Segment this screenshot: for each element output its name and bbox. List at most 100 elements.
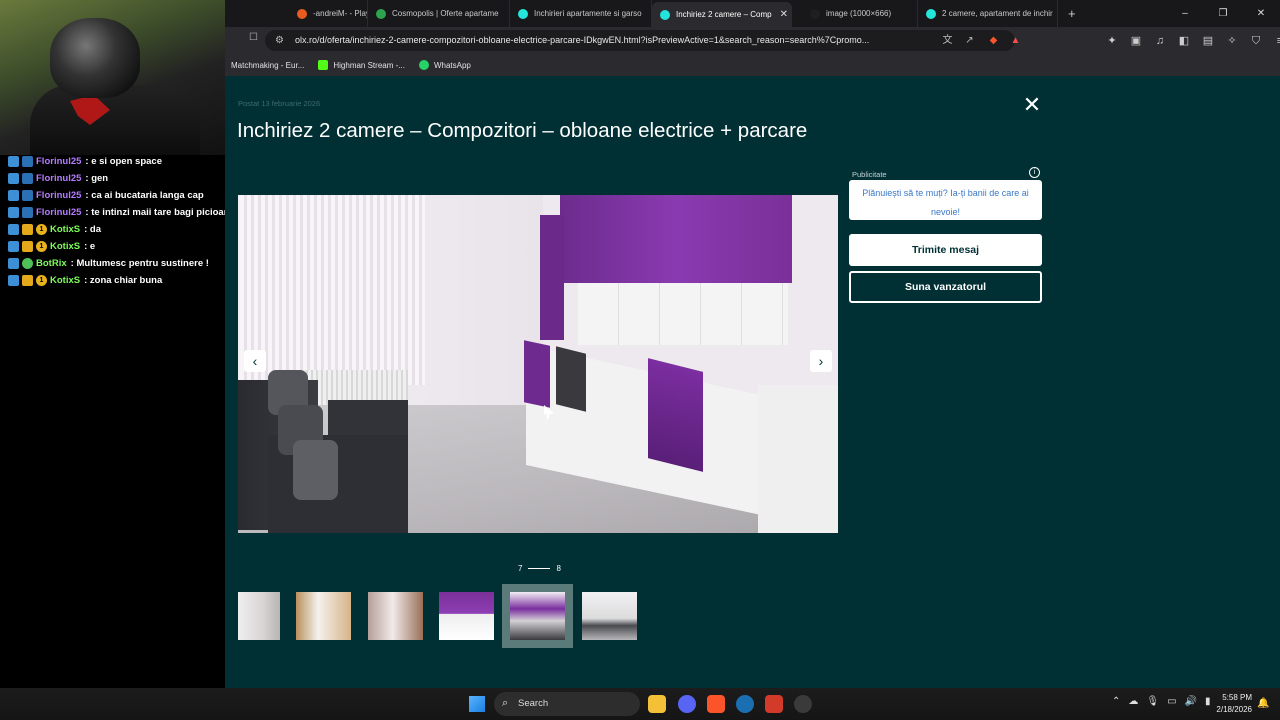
tab-title: Inchiriez 2 camere – Comp	[676, 10, 772, 19]
media-icon[interactable]: ♫	[1153, 34, 1167, 48]
chat-username: KotixS	[50, 274, 81, 286]
chat-message: Florinul25: gen	[8, 171, 108, 185]
volume-icon[interactable]: 🔊	[1185, 696, 1197, 707]
tray-chevron-icon[interactable]: ⌃	[1112, 696, 1120, 707]
address-row: ☐ ⚙ olx.ro/d/oferta/inchiriez-2-camere-c…	[225, 27, 1280, 54]
bot-badge-icon	[22, 257, 33, 269]
extensions-icon[interactable]: ✦	[1105, 34, 1119, 48]
photo-lower-cabinet-left	[524, 340, 550, 408]
bookmark-whatsapp[interactable]: WhatsApp	[418, 60, 471, 70]
level-badge-icon: 1	[36, 240, 47, 252]
chat-username: Florinul25	[36, 189, 82, 201]
tab-inchirieri[interactable]: Inchirieri apartamente si garso	[510, 0, 652, 27]
photo-pillow	[293, 440, 338, 500]
platform-badge-icon	[8, 257, 19, 269]
microphone-icon[interactable]: 🎙	[1146, 696, 1159, 707]
file-explorer-icon[interactable]	[648, 695, 666, 713]
colon: :	[85, 155, 89, 167]
brave-dev-icon[interactable]	[765, 695, 783, 713]
new-tab-button[interactable]: +	[1058, 0, 1086, 27]
notifications-icon[interactable]: 🔔	[1257, 698, 1269, 709]
thumbnail[interactable]	[439, 592, 494, 640]
leo-ai-icon[interactable]: ✧	[1225, 34, 1239, 48]
prev-photo-button[interactable]: ‹	[244, 350, 266, 372]
thumbnail[interactable]	[296, 592, 351, 640]
platform-badge-icon	[8, 155, 19, 167]
sidebar-icon[interactable]: ◧	[1177, 34, 1191, 48]
chat-text: ca ai bucataria langa cap	[91, 189, 204, 201]
stream-chat: Florinul25: e si open space Florinul25: …	[0, 154, 293, 690]
thumbnail[interactable]	[238, 592, 280, 640]
tab-image[interactable]: image (1000×666)	[792, 0, 918, 27]
gallery-modal: Postat 13 februarie 2026 Inchiriez 2 cam…	[225, 76, 1280, 688]
tab-cosmopolis[interactable]: Cosmopolis | Oferte apartame	[368, 0, 510, 27]
start-button-icon[interactable]	[469, 696, 485, 712]
search-placeholder: Search	[518, 698, 549, 709]
share-icon[interactable]: ↗	[963, 34, 976, 47]
steam-icon[interactable]	[736, 695, 754, 713]
tab-close-icon[interactable]: ✕	[780, 9, 788, 20]
menu-icon[interactable]: ≡	[1273, 34, 1280, 48]
brave-shields-icon[interactable]: ◆	[987, 34, 1000, 47]
tab-2-camere[interactable]: 2 camere, apartament de inchir	[918, 0, 1058, 27]
tab-player-profile[interactable]: -andreiM- - Player Profile - FAC	[225, 0, 368, 27]
obs-icon[interactable]	[794, 695, 812, 713]
wallet-card-icon[interactable]: ▤	[1201, 34, 1215, 48]
tab-strip: -andreiM- - Player Profile - FAC Cosmopo…	[225, 0, 1280, 27]
minimize-button[interactable]: –	[1166, 0, 1204, 27]
network-icon[interactable]: ▭	[1167, 696, 1176, 707]
main-photo[interactable]: ‹ ›	[238, 195, 838, 533]
brave-icon[interactable]	[707, 695, 725, 713]
chat-text: e	[89, 240, 96, 252]
site-info-icon[interactable]: ⚙	[273, 34, 286, 47]
chat-username: Florinul25	[36, 155, 82, 167]
chat-message: Florinul25: ca ai bucataria langa cap	[8, 188, 204, 202]
image-favicon-icon	[810, 8, 820, 19]
advertisement: Publicitate i Plănuiești să te muți? Ia-…	[849, 167, 1042, 222]
photo-fridge	[758, 385, 838, 533]
crown-badge-icon	[22, 274, 33, 286]
thumbnail-selected[interactable]	[502, 584, 573, 648]
bookmark-matchmaking[interactable]: Matchmaking - Eur...	[231, 61, 304, 70]
tray-app-icon[interactable]: ☁	[1128, 696, 1138, 707]
current-photo-number: 7	[518, 564, 523, 573]
wallet-icon[interactable]: ▣	[1129, 34, 1143, 48]
close-gallery-icon[interactable]: ✕	[1021, 94, 1043, 116]
chat-text: gen	[91, 172, 109, 184]
ad-info-icon[interactable]: i	[1029, 167, 1040, 178]
platform-badge-icon	[8, 274, 19, 286]
discord-icon[interactable]	[678, 695, 696, 713]
faceit-favicon-icon	[297, 8, 307, 19]
chat-message: 1 KotixS: e	[8, 239, 95, 253]
bookmark-label: Matchmaking - Eur...	[231, 60, 305, 70]
whatsapp-icon	[418, 60, 429, 70]
call-seller-button[interactable]: Suna vanzatorul	[849, 271, 1042, 303]
url-text[interactable]: olx.ro/d/oferta/inchiriez-2-camere-compo…	[295, 35, 869, 45]
translate-icon[interactable]: 文	[941, 34, 954, 47]
screen: Florinul25: e si open space Florinul25: …	[0, 0, 1280, 720]
colon: :	[84, 240, 88, 252]
thumbnail[interactable]	[368, 592, 423, 640]
maximize-button[interactable]: ❐	[1204, 0, 1242, 27]
chat-text: e si open space	[91, 155, 162, 167]
close-window-button[interactable]: ✕	[1242, 0, 1280, 27]
ad-banner[interactable]: Plănuiești să te muți? Ia-ți banii de ca…	[849, 180, 1042, 220]
bookmark-icon[interactable]: ☐	[247, 31, 260, 44]
bookmarks-bar: Matchmaking - Eur... Highman Stream -...…	[225, 54, 1280, 76]
counter-divider	[528, 568, 551, 569]
brave-rewards-icon[interactable]: ▲	[1009, 34, 1022, 47]
bookmark-highman-stream[interactable]: Highman Stream -...	[318, 60, 405, 70]
taskbar-search[interactable]: ⌕ Search	[494, 692, 640, 716]
bookmark-label: Highman Stream -...	[333, 60, 405, 70]
thumbnail[interactable]	[582, 592, 637, 640]
chat-message: 1 KotixS: zona chiar buna	[8, 273, 162, 287]
olx-favicon-icon	[660, 9, 670, 20]
chat-message: Florinul25: e si open space	[8, 154, 162, 168]
taskbar-clock[interactable]: 5:58 PM 2/18/2026	[1208, 692, 1252, 716]
vpn-icon[interactable]: ⛉	[1249, 34, 1263, 48]
tab-active-listing[interactable]: Inchiriez 2 camere – Comp ✕	[652, 2, 792, 27]
next-photo-button[interactable]: ›	[810, 350, 832, 372]
send-message-button[interactable]: Trimite mesaj	[849, 234, 1042, 266]
address-bar[interactable]: ⚙ olx.ro/d/oferta/inchiriez-2-camere-com…	[265, 30, 1020, 51]
toolbar-icons: ✦ ▣ ♫ ◧ ▤ ✧ ⛉ ≡	[1105, 34, 1280, 48]
